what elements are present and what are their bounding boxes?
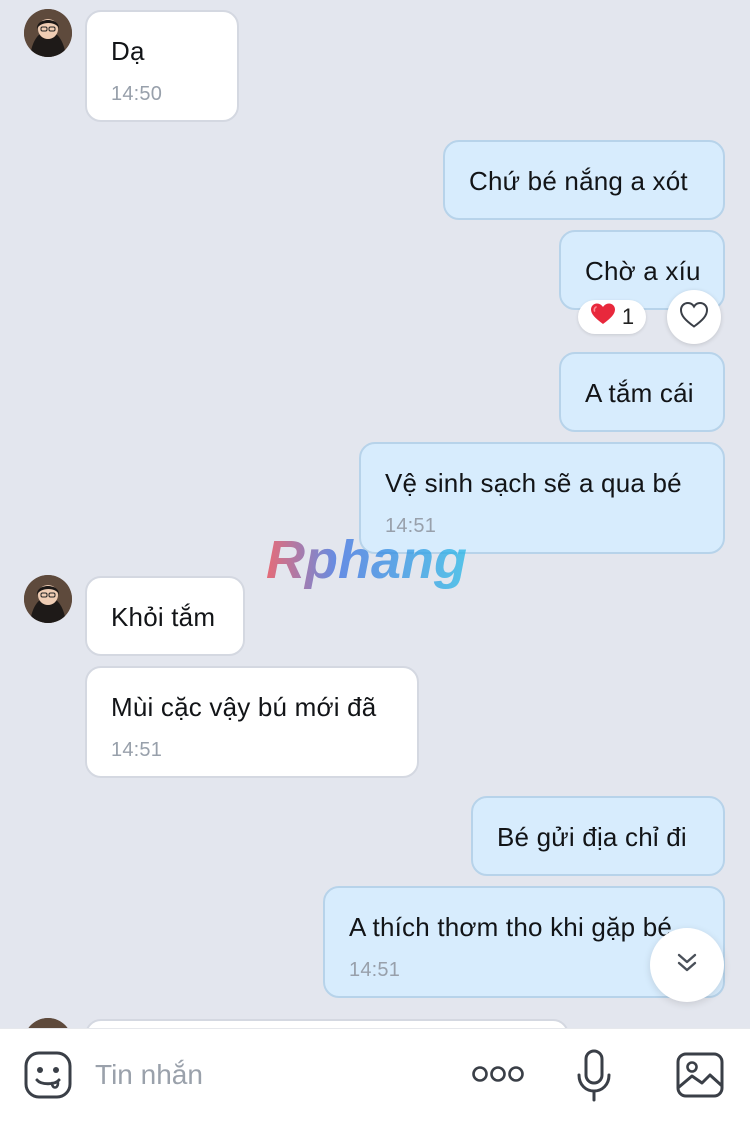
- message-bubble-outgoing[interactable]: Bé gửi địa chỉ đi: [471, 796, 725, 876]
- contact-avatar[interactable]: [24, 575, 72, 623]
- message-text: Chờ a xíu: [585, 256, 701, 286]
- voice-message-button[interactable]: [572, 1049, 616, 1107]
- message-bubble-outgoing[interactable]: A tắm cái: [559, 352, 725, 432]
- message-text: A thích thơm tho khi gặp bé: [349, 912, 673, 942]
- microphone-icon: [574, 1048, 614, 1109]
- scroll-to-bottom-button[interactable]: [650, 928, 724, 1002]
- more-icon: [471, 1064, 525, 1089]
- react-heart-button[interactable]: [667, 290, 721, 344]
- chat-area[interactable]: Dạ 14:50 Chứ bé nắng a xót Chờ a xíu 1 A…: [0, 0, 750, 1028]
- sticker-button[interactable]: [22, 1051, 74, 1103]
- more-options-button[interactable]: [470, 1061, 526, 1091]
- message-text: Mùi cặc vậy bú mới đã: [111, 692, 377, 722]
- watermark-logo: Rphang: [262, 526, 492, 596]
- message-text: Bé gửi địa chỉ đi: [497, 822, 687, 852]
- heart-outline-icon: [679, 301, 709, 334]
- message-bubble-incoming[interactable]: Dạ 14:50: [85, 10, 239, 122]
- double-chevron-down-icon: [674, 950, 700, 981]
- contact-avatar[interactable]: [24, 9, 72, 57]
- message-time: 14:51: [349, 959, 401, 981]
- message-text: Dạ: [111, 36, 145, 66]
- message-text: Khỏi tắm: [111, 602, 216, 632]
- message-time: 14:50: [111, 83, 163, 105]
- image-icon: [675, 1051, 725, 1104]
- message-text: A tắm cái: [585, 378, 694, 408]
- message-text: Chứ bé nắng a xót: [469, 166, 688, 196]
- message-time: 14:51: [111, 739, 163, 761]
- message-input[interactable]: Tin nhắn: [95, 1059, 203, 1091]
- message-bubble-incoming[interactable]: Mùi cặc vậy bú mới đã 14:51: [85, 666, 419, 778]
- reaction-summary[interactable]: 1: [578, 300, 646, 334]
- heart-reaction-icon: [590, 302, 616, 332]
- sticker-icon: [23, 1050, 73, 1105]
- contact-avatar[interactable]: [24, 1018, 72, 1028]
- message-bubble-incoming-partial[interactable]: [85, 1019, 569, 1028]
- reaction-count: 1: [621, 304, 635, 329]
- watermark-text: Rphang: [266, 530, 467, 590]
- message-bubble-outgoing[interactable]: Chứ bé nắng a xót: [443, 140, 725, 220]
- composer-bar: Tin nhắn: [0, 1028, 750, 1124]
- send-image-button[interactable]: [674, 1051, 726, 1103]
- message-bubble-incoming[interactable]: Khỏi tắm: [85, 576, 245, 656]
- message-text: Vệ sinh sạch sẽ a qua bé: [385, 468, 682, 498]
